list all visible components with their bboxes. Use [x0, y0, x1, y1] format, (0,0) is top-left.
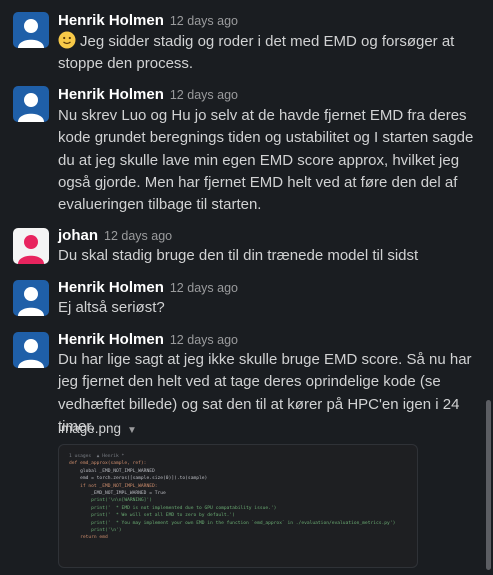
timestamp[interactable]: 12 days ago	[170, 281, 238, 295]
avatar-henrik[interactable]	[13, 86, 49, 122]
message-text: Jeg sidder stadig og roder i det med EMD…	[58, 33, 455, 73]
code-line: 1 usages ▲ Henrik *	[69, 454, 125, 459]
code-line: print(' * We will set all EMD to zero by…	[69, 513, 235, 519]
timestamp[interactable]: 12 days ago	[170, 14, 238, 28]
code-screenshot: 1 usages ▲ Henrik * def emd_approx(sampl…	[69, 453, 395, 542]
author-name[interactable]: Henrik Holmen	[58, 331, 164, 348]
code-line: def emd_approx(sample, ref):	[69, 461, 147, 467]
avatar-johan[interactable]	[13, 228, 49, 264]
author-name[interactable]: Henrik Holmen	[58, 12, 164, 29]
message-text: Du skal stadig bruge den til din trænede…	[58, 247, 419, 264]
avatar-henrik[interactable]	[13, 12, 49, 48]
chevron-down-icon[interactable]: ▼	[127, 425, 137, 436]
timestamp[interactable]: 12 days ago	[104, 229, 172, 243]
author-name[interactable]: johan	[58, 227, 98, 244]
code-line: emd = torch.zeros([sample.size(0)]).to(s…	[69, 476, 208, 482]
author-name[interactable]: Henrik Holmen	[58, 279, 164, 296]
author-name[interactable]: Henrik Holmen	[58, 86, 164, 103]
code-line: _EMD_NOT_IMPL_WARNED = True	[69, 491, 166, 497]
message-text: Ej altså seriøst?	[58, 299, 165, 316]
code-line: print(' * You may implement your own EMD…	[69, 520, 396, 526]
code-line: print('\n\n[WARNING]')	[69, 498, 152, 504]
attachment-filename[interactable]: image.png ▼	[58, 421, 137, 436]
attachment-image[interactable]: 1 usages ▲ Henrik * def emd_approx(sampl…	[58, 444, 418, 568]
avatar-henrik[interactable]	[13, 280, 49, 316]
code-line: global _EMD_NOT_IMPL_WARNED	[69, 468, 155, 474]
timestamp[interactable]: 12 days ago	[170, 88, 238, 102]
code-line: print(' * EMD is not implemented due to …	[69, 505, 277, 511]
slightly-smiling-face-icon	[58, 31, 76, 49]
code-line: if not _EMD_NOT_IMPL_WARNED:	[69, 483, 158, 489]
code-line: return emd	[69, 535, 108, 541]
timestamp[interactable]: 12 days ago	[170, 333, 238, 347]
avatar-henrik[interactable]	[13, 332, 49, 368]
scrollbar[interactable]	[486, 400, 491, 570]
code-line: print('\n')	[69, 528, 122, 534]
message-text: Nu skrev Luo og Hu jo selv at de havde f…	[58, 107, 474, 214]
